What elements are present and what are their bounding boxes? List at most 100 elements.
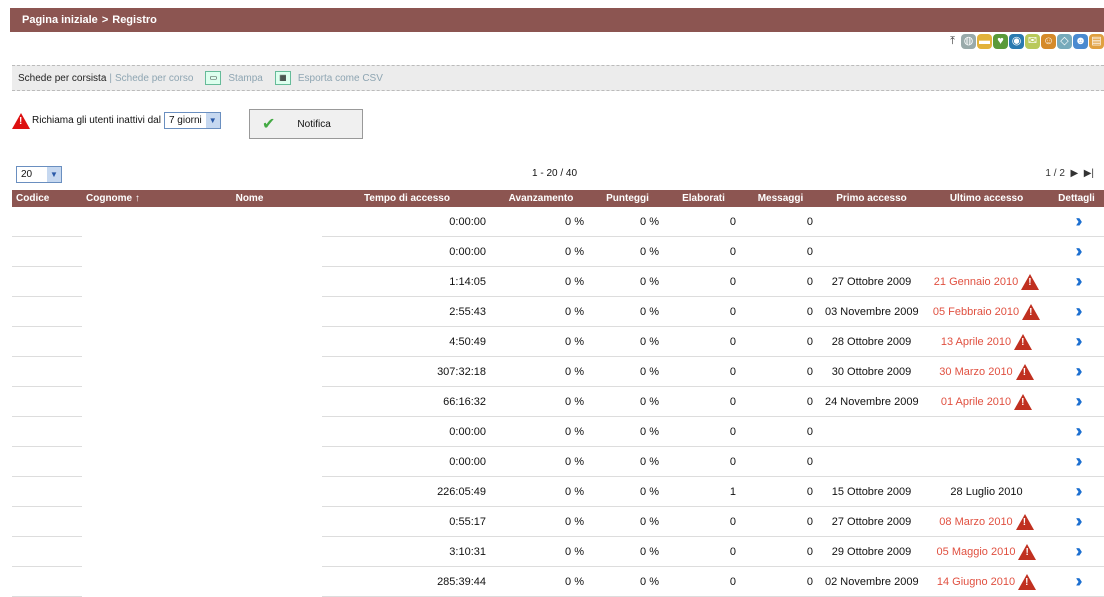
- details-arrow-icon[interactable]: ››: [1076, 571, 1083, 591]
- chevron-down-icon[interactable]: ▼: [47, 167, 61, 182]
- page-indicator: 1 / 2: [1045, 168, 1065, 179]
- mail-icon[interactable]: ✉: [1025, 34, 1040, 49]
- col-header[interactable]: Ultimo accesso: [924, 190, 1049, 207]
- cell-ultimo-accesso: 13 Aprile 2010: [924, 326, 1049, 357]
- cell-ultimo-accesso: [924, 236, 1049, 267]
- cell-punteggi: 0 %: [590, 476, 665, 507]
- last-page-icon[interactable]: ▶|: [1081, 168, 1094, 179]
- cell-dettagli: ››: [1049, 236, 1104, 267]
- cell-elaborati-text: 0: [729, 365, 736, 378]
- cell-nome: [177, 447, 322, 477]
- export-csv-link[interactable]: Esporta come CSV: [298, 73, 383, 84]
- cell-nome: [177, 537, 322, 567]
- cell-tempo: 0:00:00: [322, 236, 492, 267]
- details-arrow-icon[interactable]: ››: [1076, 451, 1083, 471]
- col-header[interactable]: Elaborati: [665, 190, 742, 207]
- print-link[interactable]: Stampa: [228, 73, 262, 84]
- cell-dettagli: ››: [1049, 356, 1104, 387]
- cell-messaggi: 0: [742, 236, 819, 267]
- details-arrow-icon[interactable]: ››: [1076, 481, 1083, 501]
- cell-dettagli: ››: [1049, 326, 1104, 357]
- cell-primo-accesso: 02 Novembre 2009: [819, 566, 924, 597]
- details-arrow-icon[interactable]: ››: [1076, 511, 1083, 531]
- globe-icon[interactable]: ◉: [1009, 34, 1024, 49]
- cell-punteggi-text: 0 %: [640, 485, 659, 498]
- heart-icon[interactable]: ♥: [993, 34, 1008, 49]
- cell-ultimo-accesso-text: 14 Giugno 2010: [936, 575, 1016, 588]
- details-arrow-icon[interactable]: ››: [1076, 211, 1083, 231]
- cell-elaborati-text: 0: [729, 455, 736, 468]
- details-arrow-icon[interactable]: ››: [1076, 361, 1083, 381]
- tag-icon[interactable]: ◇: [1057, 34, 1072, 49]
- cell-messaggi-text: 0: [806, 395, 813, 408]
- col-header[interactable]: Primo accesso: [819, 190, 924, 207]
- inactive-days-select[interactable]: 7 giorni ▼: [163, 112, 221, 129]
- breadcrumb-home[interactable]: Pagina iniziale: [22, 14, 98, 26]
- book-icon[interactable]: ▤: [1089, 34, 1104, 49]
- col-header[interactable]: Dettagli: [1049, 190, 1104, 207]
- cell-punteggi: 0 %: [590, 386, 665, 417]
- cell-elaborati-text: 1: [729, 485, 736, 498]
- group-icon[interactable]: ☻: [1073, 34, 1088, 49]
- details-arrow-icon[interactable]: ››: [1076, 541, 1083, 561]
- per-page-select[interactable]: 20 ▼: [16, 166, 62, 183]
- results-range: 1 - 20 / 40: [532, 168, 578, 179]
- cell-messaggi-text: 0: [806, 245, 813, 258]
- printer-icon[interactable]: ▭: [205, 71, 222, 85]
- details-arrow-icon[interactable]: ››: [1076, 391, 1083, 411]
- details-arrow-icon[interactable]: ››: [1076, 421, 1083, 441]
- users-icon[interactable]: ☺: [1041, 34, 1056, 49]
- cell-avanzamento: 0 %: [492, 476, 590, 507]
- cell-nome: [177, 387, 322, 417]
- notify-button[interactable]: ✔ Notifica: [249, 109, 363, 139]
- cell-nome: [177, 507, 322, 537]
- cell-ultimo-accesso: 01 Aprile 2010: [924, 386, 1049, 417]
- cell-elaborati-text: 0: [729, 575, 736, 588]
- details-arrow-icon[interactable]: ››: [1076, 241, 1083, 261]
- cell-nome: [177, 417, 322, 447]
- cell-primo-accesso: [819, 207, 924, 237]
- cell-primo-accesso-text: 28 Ottobre 2009: [831, 335, 912, 348]
- col-header[interactable]: Messaggi: [742, 190, 819, 207]
- cell-tempo: 66:16:32: [322, 386, 492, 417]
- col-header[interactable]: Nome: [177, 190, 322, 207]
- folder-icon[interactable]: ▬: [977, 34, 992, 49]
- details-arrow-icon[interactable]: ››: [1076, 301, 1083, 321]
- cell-tempo-text: 1:14:05: [449, 275, 486, 288]
- cell-elaborati-text: 0: [729, 335, 736, 348]
- register-table: Codice Cognome ↑ Nome Tempo di accesso A…: [12, 190, 1104, 597]
- cell-ultimo-accesso-text: 08 Marzo 2010: [939, 515, 1013, 528]
- cell-tempo: 0:55:17: [322, 506, 492, 537]
- tab-schede-corsista[interactable]: Schede per corsista: [18, 73, 106, 84]
- cell-messaggi-text: 0: [806, 485, 813, 498]
- pager: 1 / 2 ▶ ▶|: [1045, 168, 1094, 179]
- tab-schede-corso[interactable]: Schede per corso: [115, 73, 193, 84]
- details-arrow-icon[interactable]: ››: [1076, 271, 1083, 291]
- cell-primo-accesso: [819, 416, 924, 447]
- cell-tempo: 4:50:49: [322, 326, 492, 357]
- cell-avanzamento: 0 %: [492, 236, 590, 267]
- spreadsheet-icon[interactable]: ▦: [274, 71, 291, 85]
- col-header[interactable]: Punteggi: [590, 190, 665, 207]
- cell-punteggi-text: 0 %: [640, 305, 659, 318]
- cd-icon[interactable]: ◍: [961, 34, 976, 49]
- cell-cognome: [82, 567, 177, 597]
- cell-elaborati: 0: [665, 446, 742, 477]
- col-header[interactable]: Codice: [12, 190, 82, 207]
- col-header[interactable]: Tempo di accesso: [322, 190, 492, 207]
- home-icon[interactable]: ⤒: [945, 34, 960, 49]
- cell-messaggi-text: 0: [806, 425, 813, 438]
- next-page-icon[interactable]: ▶: [1068, 168, 1078, 179]
- notify-label: Notifica: [297, 118, 331, 130]
- cell-messaggi: 0: [742, 536, 819, 567]
- col-header[interactable]: Avanzamento: [492, 190, 590, 207]
- per-page-select-wrap: 20 ▼: [16, 166, 62, 183]
- chevron-down-icon[interactable]: ▼: [205, 113, 220, 128]
- cell-cognome: [82, 477, 177, 507]
- details-arrow-icon[interactable]: ››: [1076, 331, 1083, 351]
- col-header[interactable]: Cognome ↑: [82, 190, 177, 207]
- cell-avanzamento: 0 %: [492, 326, 590, 357]
- cell-ultimo-accesso-text: 01 Aprile 2010: [940, 395, 1012, 408]
- cell-punteggi: 0 %: [590, 207, 665, 237]
- cell-dettagli: ››: [1049, 446, 1104, 477]
